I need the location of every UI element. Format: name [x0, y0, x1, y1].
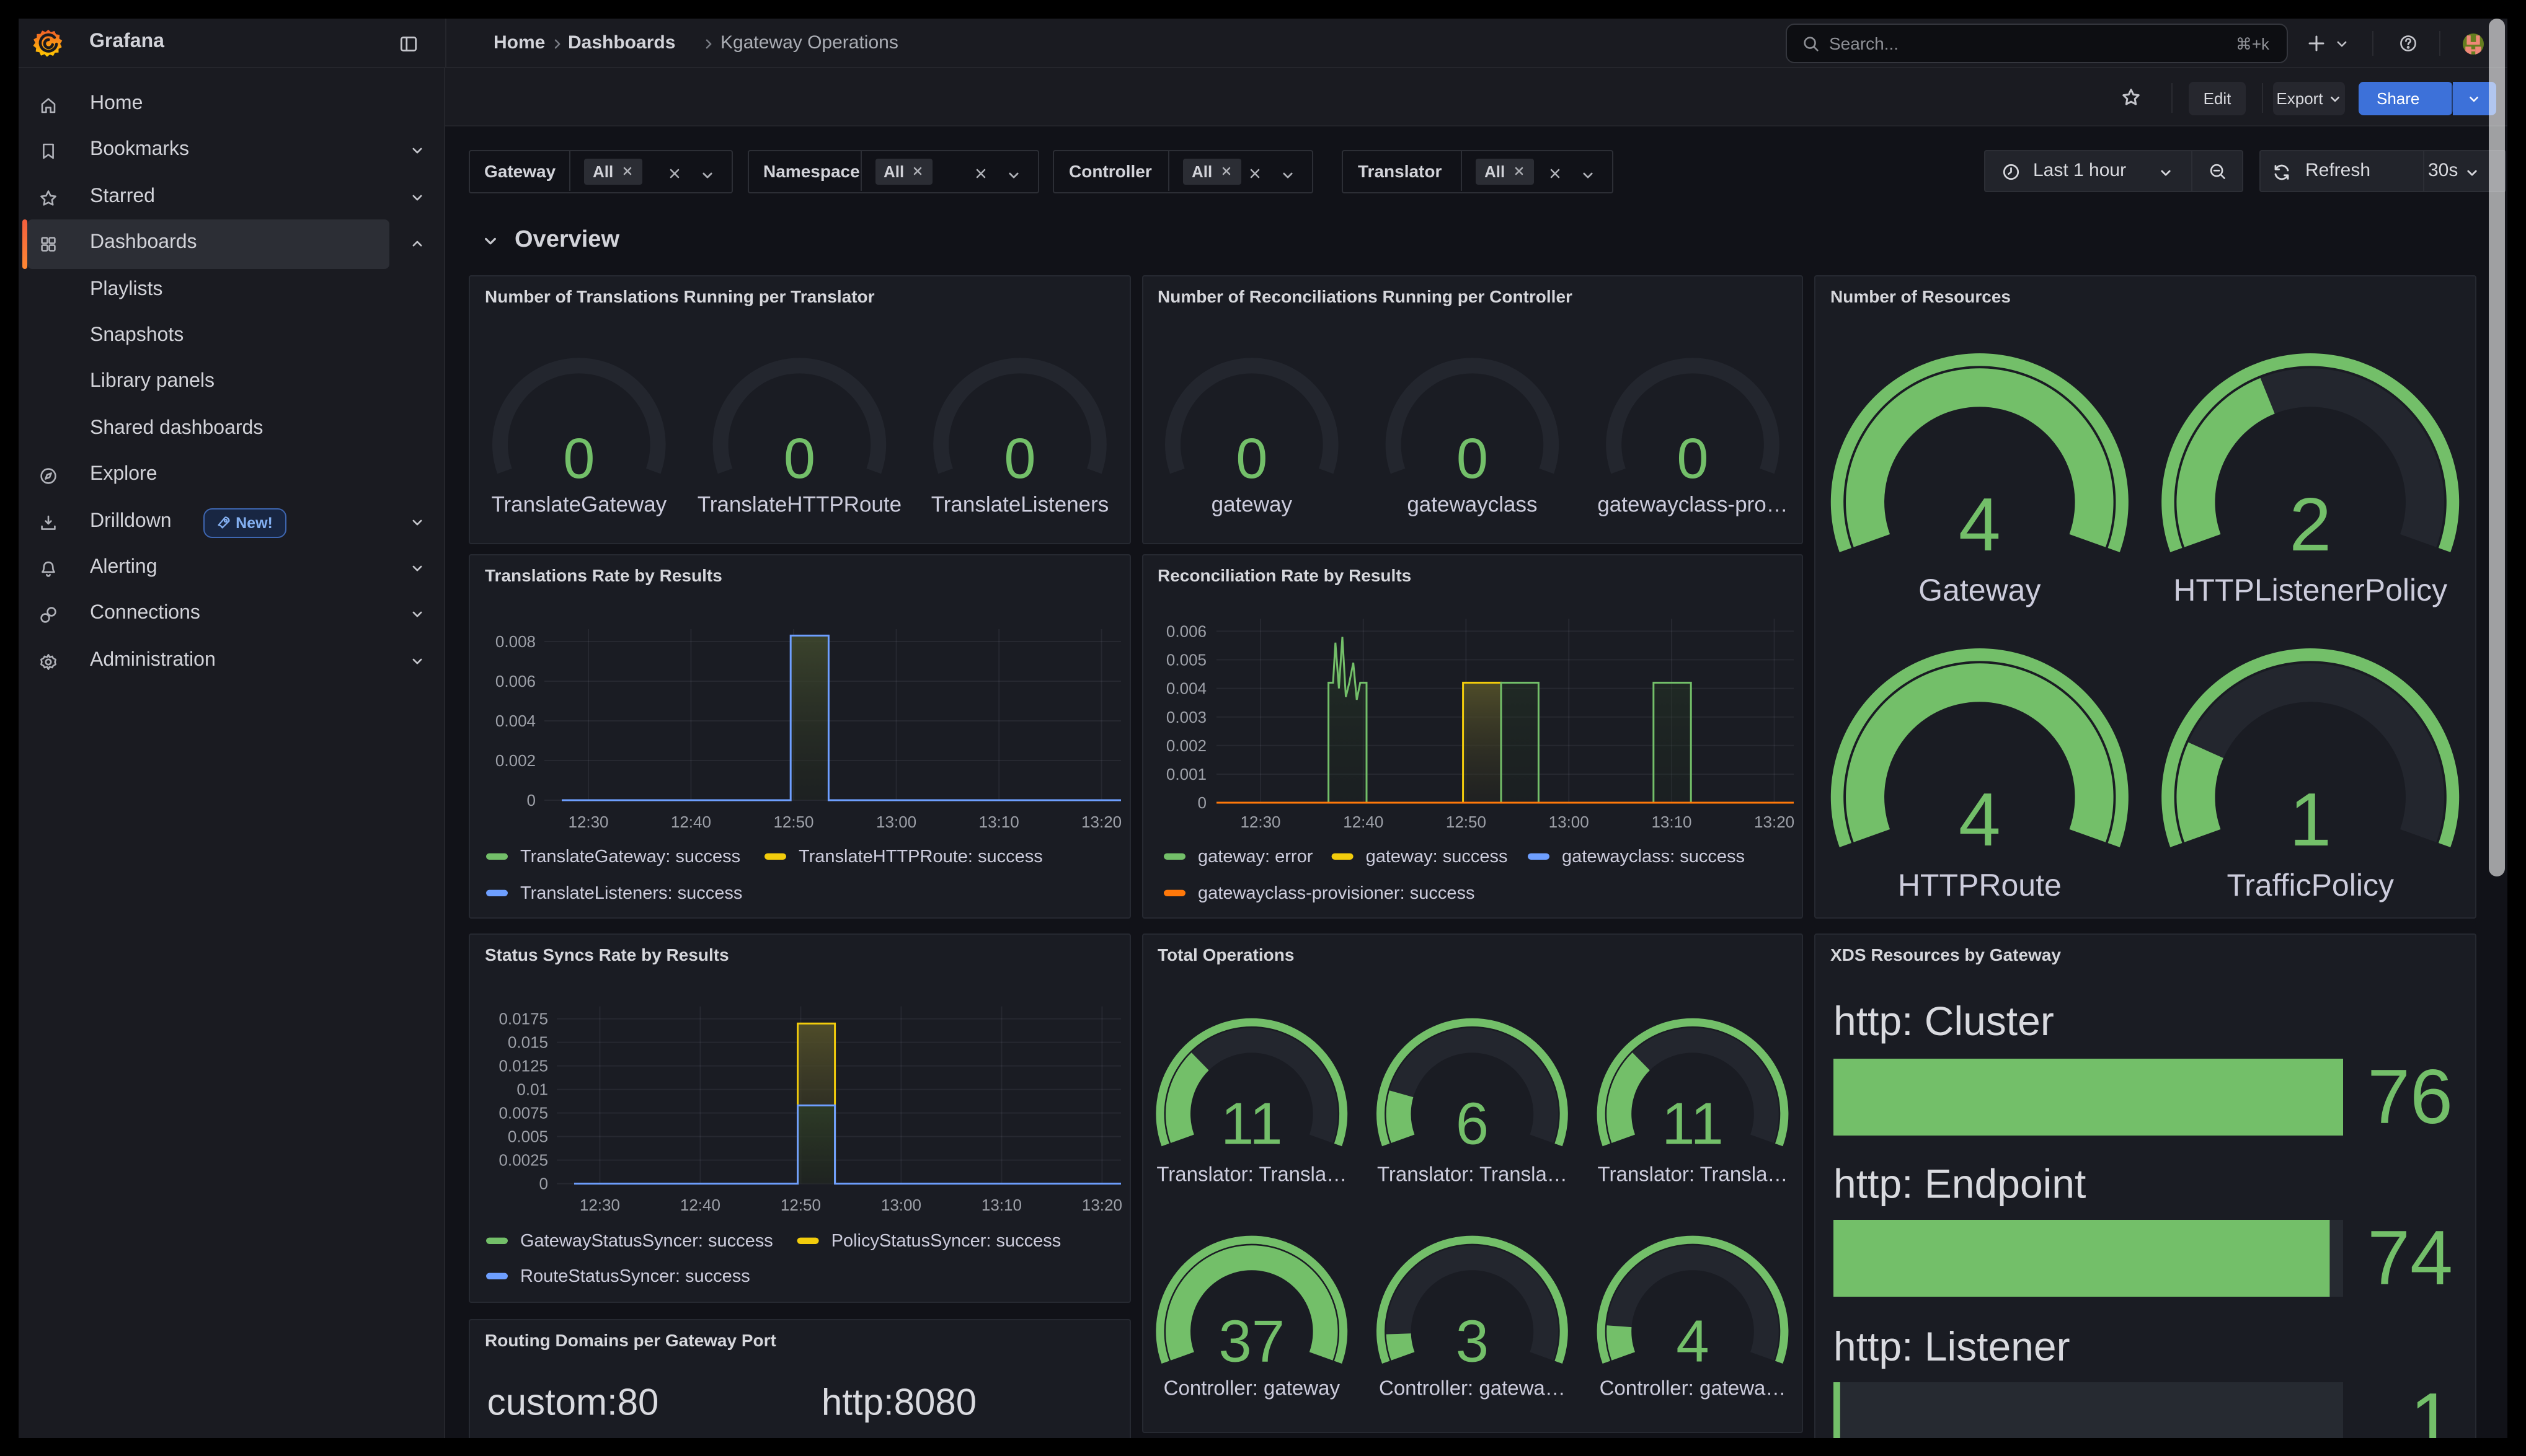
- svg-text:4: 4: [1959, 777, 2001, 862]
- svg-text:12:30: 12:30: [580, 1196, 620, 1214]
- svg-text:13:00: 13:00: [881, 1196, 921, 1214]
- svg-text:0: 0: [1677, 427, 1708, 490]
- svg-text:Translator: Transla…: Translator: Transla…: [1156, 1163, 1347, 1186]
- svg-text:gatewayclass-provisioner: succ: gatewayclass-provisioner: success: [1198, 883, 1474, 903]
- svg-text:TranslateHTTPRoute: success: TranslateHTTPRoute: success: [799, 847, 1043, 867]
- svg-text:12:50: 12:50: [1446, 813, 1486, 831]
- svg-text:3: 3: [1456, 1308, 1489, 1375]
- svg-text:37: 37: [1218, 1308, 1285, 1375]
- svg-text:HTTPListenerPolicy: HTTPListenerPolicy: [2173, 573, 2447, 607]
- svg-text:0.01: 0.01: [516, 1080, 548, 1099]
- svg-text:gatewayclass-pro…: gatewayclass-pro…: [1597, 493, 1788, 517]
- svg-text:0.006: 0.006: [495, 672, 536, 690]
- svg-text:TranslateListeners: success: TranslateListeners: success: [520, 883, 742, 903]
- svg-text:12:40: 12:40: [671, 813, 711, 831]
- svg-text:4: 4: [1959, 482, 2001, 567]
- svg-text:76: 76: [2367, 1054, 2453, 1140]
- svg-text:gateway: error: gateway: error: [1198, 847, 1313, 867]
- svg-text:0.001: 0.001: [1166, 765, 1207, 783]
- svg-text:11: 11: [1662, 1091, 1724, 1157]
- svg-text:13:20: 13:20: [1082, 1196, 1122, 1214]
- svg-text:0: 0: [563, 427, 595, 490]
- svg-text:TranslateListeners: TranslateListeners: [931, 493, 1109, 517]
- svg-text:0.006: 0.006: [1166, 622, 1207, 640]
- svg-text:0: 0: [527, 791, 536, 810]
- svg-text:4: 4: [1676, 1308, 1709, 1375]
- svg-text:2: 2: [2289, 482, 2331, 567]
- svg-text:0.002: 0.002: [1166, 736, 1207, 755]
- svg-text:1: 1: [2410, 1378, 2453, 1438]
- svg-text:0.008: 0.008: [495, 632, 536, 651]
- svg-text:gatewayclass: gatewayclass: [1407, 493, 1537, 517]
- svg-text:0.004: 0.004: [495, 712, 536, 730]
- svg-text:Controller: gatewa…: Controller: gatewa…: [1379, 1377, 1566, 1400]
- svg-text:13:00: 13:00: [1549, 813, 1589, 831]
- svg-text:0.0075: 0.0075: [499, 1104, 548, 1123]
- svg-text:6: 6: [1456, 1091, 1489, 1157]
- svg-text:TranslateHTTPRoute: TranslateHTTPRoute: [698, 493, 902, 517]
- svg-text:http:8080: http:8080: [822, 1382, 977, 1423]
- svg-text:0: 0: [539, 1175, 548, 1193]
- svg-text:13:00: 13:00: [876, 813, 916, 831]
- svg-text:11: 11: [1221, 1091, 1283, 1157]
- svg-text:12:40: 12:40: [1343, 813, 1383, 831]
- svg-text:13:20: 13:20: [1081, 813, 1122, 831]
- svg-text:12:50: 12:50: [781, 1196, 821, 1214]
- svg-text:13:20: 13:20: [1754, 813, 1794, 831]
- svg-text:Controller: gateway: Controller: gateway: [1164, 1377, 1341, 1400]
- svg-text:0.005: 0.005: [1166, 650, 1207, 669]
- svg-text:0.004: 0.004: [1166, 679, 1207, 698]
- svg-text:Controller: gatewa…: Controller: gatewa…: [1600, 1377, 1786, 1400]
- svg-text:PolicyStatusSyncer: success: PolicyStatusSyncer: success: [831, 1231, 1061, 1251]
- svg-text:TranslateGateway: TranslateGateway: [491, 493, 667, 517]
- svg-text:13:10: 13:10: [982, 1196, 1022, 1214]
- svg-text:0: 0: [784, 427, 815, 490]
- svg-text:12:30: 12:30: [568, 813, 608, 831]
- svg-text:http: Cluster: http: Cluster: [1833, 998, 2054, 1044]
- svg-text:TranslateGateway: success: TranslateGateway: success: [520, 847, 740, 867]
- svg-text:0: 0: [1004, 427, 1035, 490]
- svg-text:http: Endpoint: http: Endpoint: [1833, 1161, 2086, 1207]
- svg-text:Translator: Transla…: Translator: Transla…: [1377, 1163, 1567, 1186]
- svg-text:gateway: gateway: [1212, 493, 1293, 517]
- svg-text:0: 0: [1456, 427, 1488, 490]
- svg-text:custom:80: custom:80: [487, 1382, 659, 1423]
- svg-text:Gateway: Gateway: [1918, 573, 2041, 607]
- svg-text:gateway: success: gateway: success: [1366, 847, 1508, 867]
- svg-text:0: 0: [1198, 793, 1207, 812]
- svg-text:http: Listener: http: Listener: [1833, 1323, 2070, 1369]
- svg-text:0.002: 0.002: [495, 751, 536, 770]
- svg-text:0: 0: [1236, 427, 1267, 490]
- svg-text:0.005: 0.005: [508, 1127, 548, 1146]
- svg-text:Translator: Transla…: Translator: Transla…: [1598, 1163, 1788, 1186]
- svg-text:0.015: 0.015: [508, 1033, 548, 1052]
- svg-text:RouteStatusSyncer: success: RouteStatusSyncer: success: [520, 1266, 750, 1286]
- svg-text:0.0025: 0.0025: [499, 1151, 548, 1170]
- svg-text:0.003: 0.003: [1166, 708, 1207, 726]
- svg-text:74: 74: [2367, 1216, 2453, 1301]
- svg-text:13:10: 13:10: [979, 813, 1019, 831]
- svg-text:12:30: 12:30: [1240, 813, 1280, 831]
- svg-text:TrafficPolicy: TrafficPolicy: [2227, 868, 2394, 902]
- svg-text:13:10: 13:10: [1651, 813, 1691, 831]
- svg-text:GatewayStatusSyncer: success: GatewayStatusSyncer: success: [520, 1231, 773, 1251]
- svg-text:12:40: 12:40: [680, 1196, 720, 1214]
- svg-text:0.0175: 0.0175: [499, 1010, 548, 1028]
- svg-text:HTTPRoute: HTTPRoute: [1898, 868, 2062, 902]
- svg-text:1: 1: [2289, 777, 2331, 862]
- svg-text:gatewayclass: success: gatewayclass: success: [1562, 847, 1745, 867]
- svg-text:12:50: 12:50: [773, 813, 813, 831]
- svg-text:0.0125: 0.0125: [499, 1057, 548, 1075]
